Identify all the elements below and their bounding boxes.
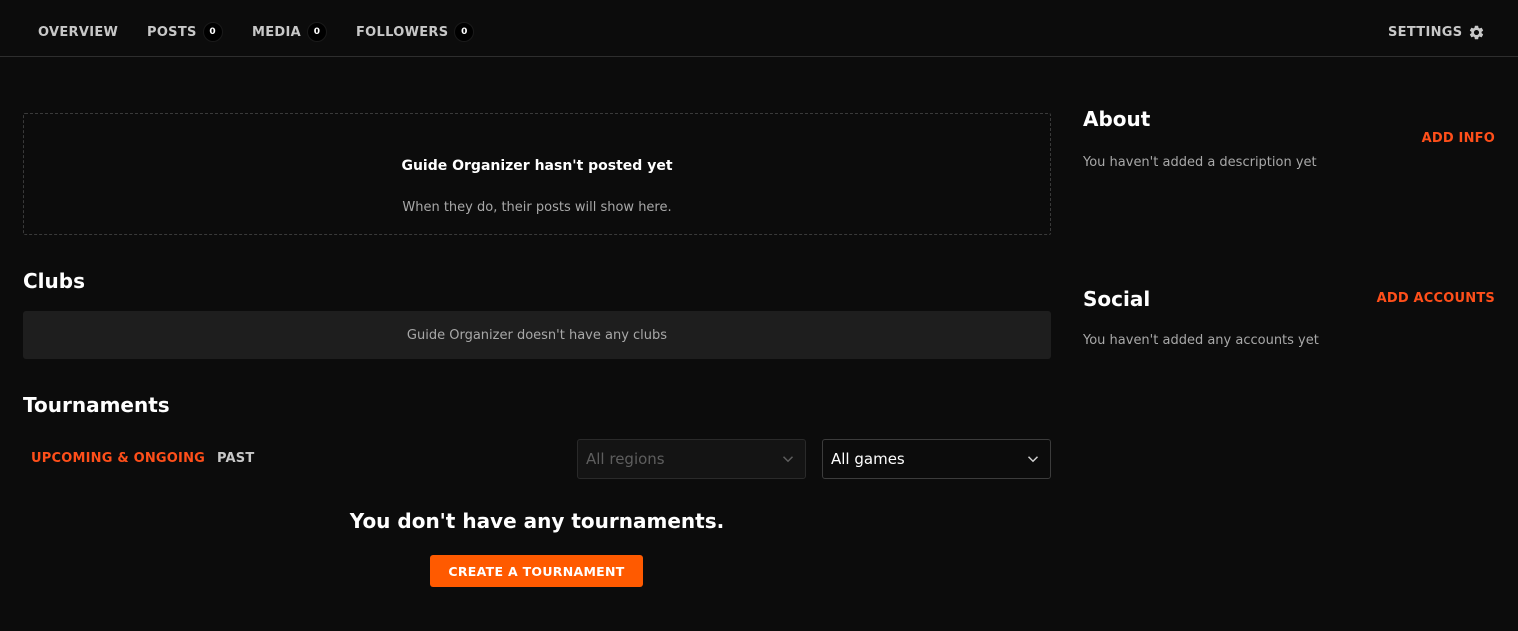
settings-button[interactable]: SETTINGS	[1388, 20, 1485, 44]
tab-posts[interactable]: POSTS 0	[147, 20, 223, 44]
posts-empty-subtitle: When they do, their posts will show here…	[402, 200, 672, 215]
tab-followers-label: FOLLOWERS	[356, 24, 449, 40]
social-empty-text: You haven't added any accounts yet	[1083, 333, 1319, 348]
tournaments-empty-text: You don't have any tournaments.	[349, 509, 725, 533]
posts-count-badge: 0	[202, 22, 223, 42]
region-select-value: All regions	[586, 450, 665, 468]
about-heading: About	[1083, 107, 1151, 131]
tab-media[interactable]: MEDIA 0	[252, 20, 328, 44]
tab-upcoming-ongoing[interactable]: UPCOMING & ONGOING	[31, 451, 205, 466]
chevron-down-icon	[782, 456, 794, 463]
tab-past[interactable]: PAST	[217, 451, 254, 466]
clubs-empty-state: Guide Organizer doesn't have any clubs	[23, 311, 1051, 359]
region-select[interactable]: All regions	[577, 439, 806, 479]
clubs-heading: Clubs	[23, 269, 85, 293]
clubs-empty-text: Guide Organizer doesn't have any clubs	[406, 327, 668, 343]
media-count-badge: 0	[307, 22, 328, 42]
tab-posts-label: POSTS	[147, 24, 197, 40]
tab-followers[interactable]: FOLLOWERS 0	[356, 20, 475, 44]
about-empty-text: You haven't added a description yet	[1083, 155, 1317, 170]
followers-count-badge: 0	[454, 22, 475, 42]
tab-overview-label: OVERVIEW	[38, 24, 119, 40]
chevron-down-icon	[1027, 456, 1039, 463]
create-tournament-button[interactable]: CREATE A TOURNAMENT	[430, 555, 643, 587]
gear-icon	[1470, 25, 1484, 39]
tournaments-heading: Tournaments	[23, 393, 170, 417]
posts-empty-state: Guide Organizer hasn't posted yet When t…	[23, 113, 1051, 235]
add-accounts-link[interactable]: ADD ACCOUNTS	[1360, 291, 1495, 306]
game-select-value: All games	[831, 450, 905, 468]
posts-empty-title: Guide Organizer hasn't posted yet	[401, 158, 673, 174]
game-select[interactable]: All games	[822, 439, 1051, 479]
add-info-link[interactable]: ADD INFO	[1380, 131, 1495, 146]
tab-overview[interactable]: OVERVIEW	[38, 20, 118, 44]
tab-media-label: MEDIA	[252, 24, 302, 40]
social-heading: Social	[1083, 287, 1151, 311]
settings-label: SETTINGS	[1388, 24, 1463, 40]
profile-tab-bar: OVERVIEW POSTS 0 MEDIA 0 FOLLOWERS 0 SET…	[0, 0, 1518, 57]
